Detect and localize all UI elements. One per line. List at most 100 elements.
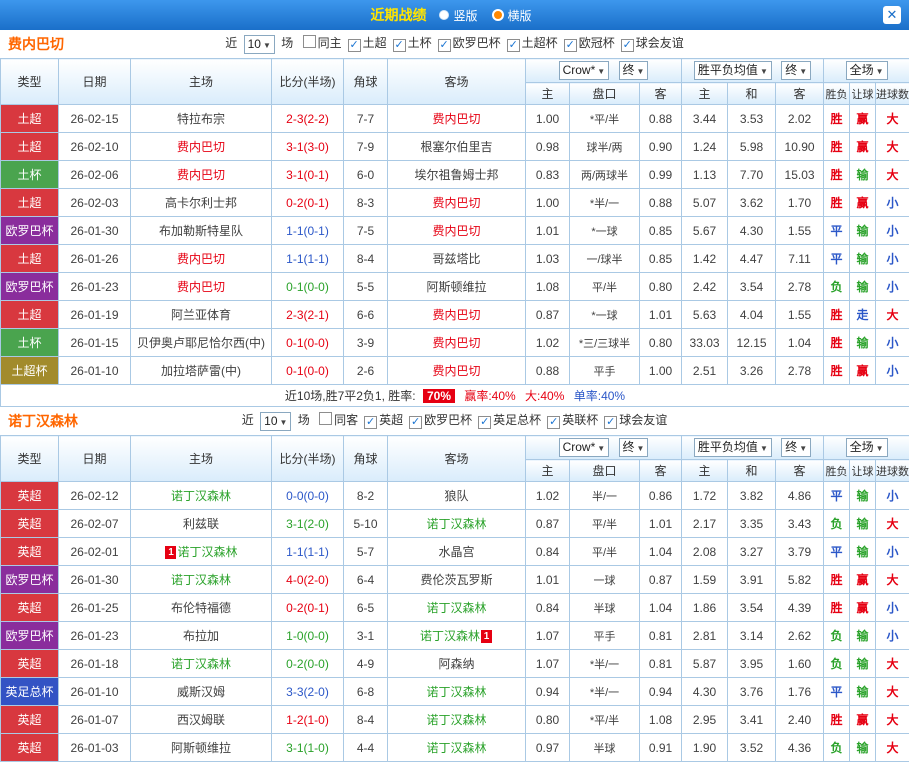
league-badge: 土超 [1, 189, 59, 217]
avg-away-odds: 2.62 [776, 622, 824, 650]
match-date: 26-02-12 [59, 482, 131, 510]
opponent-team-link[interactable]: 布加勒斯特星队 [159, 224, 243, 238]
avg-select[interactable]: 胜平负均值▼ [694, 61, 772, 80]
layout-radio-vertical[interactable]: 竖版 [439, 7, 477, 24]
avg-away-odds: 4.36 [776, 734, 824, 762]
result-handicap: 输 [850, 622, 876, 650]
sub-rang: 让球 [850, 83, 876, 105]
filter-checkbox[interactable]: ✓英足总杯 [478, 413, 541, 427]
opponent-team-link[interactable]: 狼队 [444, 489, 468, 503]
opponent-team-link[interactable]: 水晶宫 [438, 545, 474, 559]
analyzed-team-link[interactable]: 诺丁汉森林 [171, 489, 231, 503]
opponent-team-link[interactable]: 贝伊奥卢耶尼恰尔西(中) [137, 336, 265, 350]
opponent-team-link[interactable]: 埃尔祖鲁姆士邦 [414, 168, 498, 182]
match-date: 26-01-19 [59, 301, 131, 329]
bookmaker-select[interactable]: Crow*▼ [559, 61, 610, 80]
sub-away-odds: 客 [640, 460, 682, 482]
filter-checkbox[interactable]: ✓欧罗巴杯 [438, 36, 501, 50]
analyzed-team-link[interactable]: 费内巴切 [432, 364, 480, 378]
opponent-team-link[interactable]: 阿森纳 [438, 657, 474, 671]
chevron-down-icon: ▼ [876, 444, 884, 453]
filter-checkbox[interactable]: 同主 [303, 36, 342, 50]
avg-away-odds: 1.04 [776, 329, 824, 357]
filter-checkbox[interactable]: ✓土超杯 [507, 36, 558, 50]
filter-checkbox[interactable]: ✓球会友谊 [604, 413, 667, 427]
avg-time-select[interactable]: 终▼ [781, 438, 811, 457]
analyzed-team-link[interactable]: 费内巴切 [177, 252, 225, 266]
analyzed-team-link[interactable]: 诺丁汉森林 [426, 741, 486, 755]
analyzed-team-link[interactable]: 诺丁汉森林 [426, 685, 486, 699]
opponent-team-link[interactable]: 利兹联 [183, 517, 219, 531]
analyzed-team-link[interactable]: 费内巴切 [177, 140, 225, 154]
result-goals: 大 [876, 566, 909, 594]
result-handicap: 赢 [850, 133, 876, 161]
chevron-down-icon: ▼ [597, 444, 605, 453]
result-outcome: 平 [824, 678, 850, 706]
avg-home-odds: 5.63 [682, 301, 728, 329]
odds-time-select[interactable]: 终▼ [619, 438, 649, 457]
analyzed-team-link[interactable]: 诺丁汉森林 [426, 517, 486, 531]
games-count-select[interactable]: 10▼ [260, 412, 291, 431]
avg-time-select[interactable]: 终▼ [781, 61, 811, 80]
away-odds: 0.87 [640, 566, 682, 594]
sub-handicap: 盘口 [570, 460, 640, 482]
opponent-team-link[interactable]: 特拉布宗 [177, 112, 225, 126]
opponent-team-link[interactable]: 费伦茨瓦罗斯 [420, 573, 492, 587]
filter-checkbox[interactable]: ✓土超 [348, 36, 387, 50]
opponent-team-link[interactable]: 加拉塔萨雷(中) [161, 364, 241, 378]
avg-draw-odds: 3.95 [728, 650, 776, 678]
analyzed-team-link[interactable]: 费内巴切 [432, 224, 480, 238]
avg-away-odds: 1.55 [776, 217, 824, 245]
filter-checkbox[interactable]: 同客 [319, 413, 358, 427]
filter-checkbox[interactable]: ✓英联杯 [547, 413, 598, 427]
match-date: 26-01-10 [59, 678, 131, 706]
opponent-team-link[interactable]: 高卡尔利士邦 [165, 196, 237, 210]
opponent-team-link[interactable]: 哥兹塔比 [432, 252, 480, 266]
analyzed-team-link[interactable]: 诺丁汉森林 [420, 629, 480, 643]
filter-checkbox[interactable]: ✓欧罗巴杯 [409, 413, 472, 427]
close-button[interactable]: ✕ [883, 6, 901, 24]
league-badge: 欧罗巴杯 [1, 273, 59, 301]
bookmaker-select[interactable]: Crow*▼ [559, 438, 610, 457]
match-row: 欧罗巴杯26-01-30布加勒斯特星队1-1(0-1)7-5费内巴切1.01*一… [1, 217, 909, 245]
layout-radio-horizontal[interactable]: 横版 [492, 7, 532, 24]
analyzed-team-link[interactable]: 费内巴切 [432, 196, 480, 210]
games-count-select[interactable]: 10▼ [244, 35, 275, 54]
analyzed-team-link[interactable]: 费内巴切 [432, 308, 480, 322]
filter-checkbox[interactable]: ✓球会友谊 [621, 36, 684, 50]
avg-select[interactable]: 胜平负均值▼ [694, 438, 772, 457]
analyzed-team-link[interactable]: 费内巴切 [177, 280, 225, 294]
opponent-team-link[interactable]: 西汉姆联 [177, 713, 225, 727]
filter-checkbox[interactable]: ✓土杯 [393, 36, 432, 50]
handicap: 平/半 [570, 510, 640, 538]
analyzed-team-link[interactable]: 诺丁汉森林 [171, 657, 231, 671]
opponent-team-link[interactable]: 威斯汉姆 [177, 685, 225, 699]
result-handicap: 输 [850, 329, 876, 357]
league-badge: 英足总杯 [1, 678, 59, 706]
analyzed-team-link[interactable]: 费内巴切 [432, 336, 480, 350]
filter-checkbox[interactable]: ✓欧冠杯 [564, 36, 615, 50]
opponent-team-link[interactable]: 布拉加 [183, 629, 219, 643]
analyzed-team-link[interactable]: 费内巴切 [177, 168, 225, 182]
analyzed-team-link[interactable]: 费内巴切 [432, 112, 480, 126]
opponent-team-link[interactable]: 布伦特福德 [171, 601, 231, 615]
analyzed-team-link[interactable]: 诺丁汉森林 [426, 713, 486, 727]
analyzed-team-link[interactable]: 诺丁汉森林 [177, 545, 237, 559]
handicap: *一球 [570, 217, 640, 245]
odds-time-select[interactable]: 终▼ [619, 61, 649, 80]
avg-home-odds: 1.24 [682, 133, 728, 161]
checkbox-label: 球会友谊 [636, 36, 684, 50]
checkbox-label: 英联杯 [562, 413, 598, 427]
checkbox-label: 土超杯 [522, 36, 558, 50]
filter-checkbox[interactable]: ✓英超 [364, 413, 403, 427]
analyzed-team-link[interactable]: 诺丁汉森林 [426, 601, 486, 615]
analyzed-team-link[interactable]: 诺丁汉森林 [171, 573, 231, 587]
opponent-team-link[interactable]: 阿兰亚体育 [171, 308, 231, 322]
opponent-team-link[interactable]: 阿斯顿维拉 [171, 741, 231, 755]
sub-avg-draw: 和 [728, 460, 776, 482]
opponent-team-link[interactable]: 根塞尔伯里吉 [420, 140, 492, 154]
fullmatch-select[interactable]: 全场▼ [846, 61, 888, 80]
fullmatch-select[interactable]: 全场▼ [846, 438, 888, 457]
opponent-team-link[interactable]: 阿斯顿维拉 [426, 280, 486, 294]
big-goals-rate: 大:40% [525, 389, 564, 403]
